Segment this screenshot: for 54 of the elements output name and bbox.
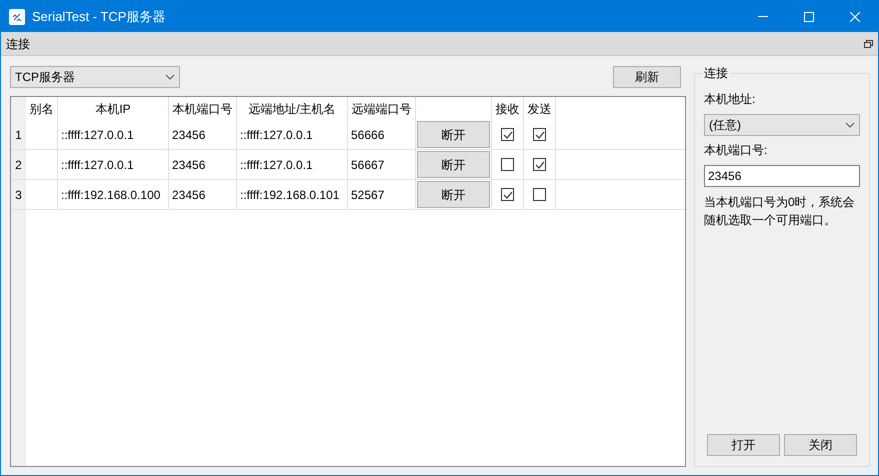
- disconnect-button[interactable]: 断开: [417, 121, 490, 148]
- mode-dropdown[interactable]: TCP服务器: [10, 66, 180, 88]
- checkbox[interactable]: [533, 188, 546, 201]
- refresh-button[interactable]: 刷新: [613, 66, 681, 88]
- column-header: 别名: [30, 100, 54, 118]
- disconnect-button[interactable]: 断开: [417, 151, 490, 178]
- table-cell-text: ::ffff:192.168.0.101: [240, 186, 340, 204]
- column-header: 本机IP: [95, 100, 131, 118]
- row-number: 3: [15, 186, 22, 204]
- disconnect-button[interactable]: 断开: [417, 181, 490, 208]
- maximize-icon: [804, 12, 814, 22]
- column-header: 本机端口号: [172, 100, 232, 118]
- table-cell-text: ::ffff:127.0.0.1: [61, 156, 134, 174]
- checkbox[interactable]: [501, 128, 514, 141]
- checkbox[interactable]: [501, 158, 514, 171]
- dock-title: 连接: [6, 36, 30, 52]
- checkmark-icon: [534, 160, 544, 168]
- checkbox[interactable]: [533, 128, 546, 141]
- group-title: 连接: [702, 66, 730, 80]
- checkbox[interactable]: [501, 188, 514, 201]
- checkbox[interactable]: [533, 158, 546, 171]
- table-cell-text: 52567: [351, 186, 384, 204]
- table-cell-text: 56667: [351, 156, 384, 174]
- column-header: 发送: [528, 100, 552, 118]
- table-cell-text: 56666: [351, 126, 384, 144]
- window-title: SerialTest - TCP服务器: [32, 8, 166, 26]
- action-button[interactable]: 打开: [707, 434, 780, 456]
- port-field[interactable]: 23456: [704, 165, 860, 187]
- action-button[interactable]: 关闭: [784, 434, 857, 456]
- field-label: 本机端口号:: [704, 142, 768, 159]
- address-dropdown[interactable]: (任意): [704, 114, 860, 136]
- table-cell-text: ::ffff:127.0.0.1: [240, 156, 313, 174]
- app-icon: [9, 8, 25, 24]
- table-cell-text: 23456: [172, 126, 206, 144]
- table-cell-text: ::ffff:192.168.0.100: [61, 186, 160, 204]
- hint-text: 当本机端口号为0时，系统会随机选取一个可用端口。: [704, 194, 856, 229]
- table-cell-text: 23456: [172, 156, 206, 174]
- chevron-down-icon: [165, 74, 175, 80]
- column-header: 远端地址/主机名: [248, 100, 336, 118]
- column-header: 远端端口号: [352, 100, 412, 118]
- row-number: 1: [15, 126, 22, 144]
- float-icon[interactable]: [864, 40, 873, 48]
- table-cell-text: ::ffff:127.0.0.1: [240, 126, 313, 144]
- close-icon: [850, 12, 860, 22]
- table-cell-text: ::ffff:127.0.0.1: [61, 126, 134, 144]
- checkmark-icon: [502, 190, 512, 198]
- chevron-down-icon: [845, 122, 855, 128]
- checkmark-icon: [534, 130, 544, 138]
- row-number: 2: [15, 156, 22, 174]
- column-header: 接收: [496, 100, 520, 118]
- minimize-icon: [758, 16, 768, 17]
- table-cell-text: 23456: [172, 186, 206, 204]
- checkmark-icon: [502, 130, 512, 138]
- field-label: 本机地址:: [704, 91, 756, 108]
